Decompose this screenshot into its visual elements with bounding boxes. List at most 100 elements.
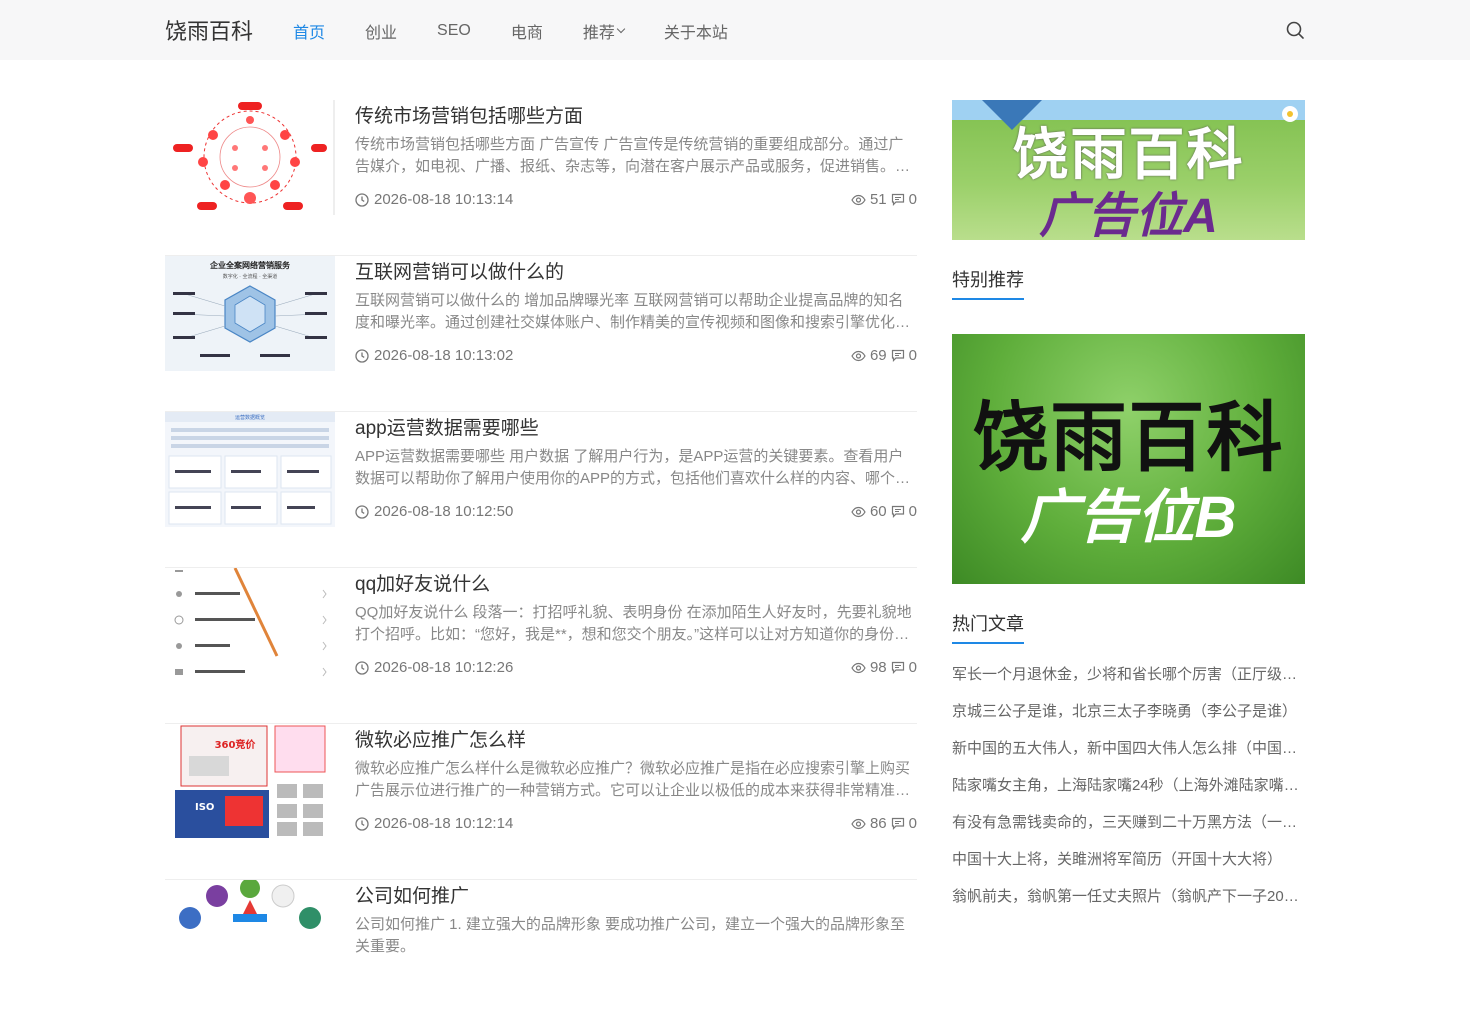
article-excerpt: 公司如何推广 1. 建立强大的品牌形象 要成功推广公司，建立一个强大的品牌形象至… — [355, 916, 906, 955]
ad-banner-a[interactable]: 饶雨百科 广告位A — [952, 100, 1305, 240]
ad-b-line2: 广告位B — [1020, 485, 1237, 550]
article-stats: 60 0 — [851, 503, 917, 520]
date-text: 2026-08-18 10:13:14 — [374, 191, 514, 208]
comment-icon — [891, 817, 904, 830]
comment-icon — [891, 193, 904, 206]
nav-item-ecommerce[interactable]: 电商 — [511, 19, 543, 43]
recommend-title: 特别推荐 — [952, 266, 1024, 300]
article-date: 2026-08-18 10:13:14 — [355, 191, 513, 208]
article-stats: 86 0 — [851, 815, 917, 832]
article-title[interactable]: 公司如何推广 — [355, 881, 469, 908]
comments-count: 0 — [908, 659, 917, 676]
article-date: 2026-08-18 10:13:02 — [355, 347, 513, 364]
article-item: qq加好友说什么 QQ加好友说什么 段落一：打招呼礼貌、表明身份 在添加陌生人好… — [165, 568, 917, 724]
article-item: 360竞价 ISO 微软必应推广怎么样 微软必应推广怎么样什么是微软必应推广？微… — [165, 724, 917, 880]
nav-label: 关于本站 — [663, 25, 728, 42]
article-date: 2026-08-18 10:12:14 — [355, 815, 513, 832]
nav-label: 电商 — [510, 25, 543, 42]
article-thumbnail[interactable]: 运营数据概览 — [165, 412, 335, 527]
nav-item-seo[interactable]: SEO — [437, 19, 471, 43]
hot-title: 热门文章 — [952, 610, 1024, 644]
nav-item-about[interactable]: 关于本站 — [664, 19, 728, 43]
comments-count: 0 — [908, 347, 917, 364]
hot-item[interactable]: 新中国的五大伟人，新中国四大伟人怎么排（中国伟人排名） — [952, 738, 1302, 775]
views-count: 60 — [869, 503, 887, 520]
article-date: 2026-08-18 10:12:26 — [355, 659, 513, 676]
nav-label: 首页 — [293, 25, 326, 42]
hot-section: 热门文章 军长一个月退休金，少将和省长哪个厉害（正厅级少将退休金） 京城三公子是… — [952, 610, 1305, 923]
article-title[interactable]: 传统市场营销包括哪些方面 — [355, 101, 583, 128]
nav-item-home[interactable]: 首页 — [293, 19, 325, 43]
eye-icon — [851, 194, 866, 205]
clock-icon — [355, 192, 369, 207]
article-title[interactable]: qq加好友说什么 — [355, 569, 490, 596]
date-text: 2026-08-18 10:12:50 — [374, 503, 514, 520]
hot-item[interactable]: 中国十大上将，关雎洲将军简历（开国十大大将） — [952, 849, 1302, 886]
hot-item[interactable]: 陆家嘴女主角，上海陆家嘴24秒（上海外滩陆家嘴事件） — [952, 775, 1302, 812]
article-item: 企业全案网络营销服务 数字化 · 全流程 · 全渠道 互联网营销可以做什么的 互… — [165, 256, 917, 412]
recommend-section: 特别推荐 — [952, 266, 1305, 300]
comment-icon — [891, 349, 904, 362]
thumb-header: 运营数据概览 — [235, 414, 265, 421]
chevron-down-icon — [616, 24, 626, 34]
article-date: 2026-08-18 10:12:50 — [355, 503, 513, 520]
clock-icon — [355, 816, 369, 831]
nav-label: SEO — [437, 22, 471, 39]
hot-item[interactable]: 京城三公子是谁，北京三太子李晓勇（李公子是谁） — [952, 701, 1302, 738]
date-text: 2026-08-18 10:12:26 — [374, 659, 514, 676]
article-title[interactable]: app运营数据需要哪些 — [355, 413, 539, 440]
date-text: 2026-08-18 10:12:14 — [374, 815, 514, 832]
ad-a-line2: 广告位A — [1039, 190, 1218, 240]
article-item: 公司如何推广 公司如何推广 1. 建立强大的品牌形象 要成功推广公司，建立一个强… — [165, 880, 917, 1036]
article-title[interactable]: 微软必应推广怎么样 — [355, 725, 526, 752]
comments-count: 0 — [908, 815, 917, 832]
views-count: 51 — [869, 191, 887, 208]
article-stats: 98 0 — [851, 659, 917, 676]
eye-icon — [851, 662, 866, 673]
eye-icon — [851, 350, 866, 361]
thumb-subtitle: 数字化 · 全流程 · 全渠道 — [223, 273, 278, 280]
views-count: 98 — [869, 659, 887, 676]
nav-label: 创业 — [365, 25, 398, 42]
clock-icon — [355, 660, 369, 675]
article-excerpt: QQ加好友说什么 段落一：打招呼礼貌、表明身份 在添加陌生人好友时，先要礼貌地打… — [355, 604, 912, 643]
article-thumbnail[interactable] — [165, 880, 335, 995]
hot-item[interactable]: 翁帆前夫，翁帆第一任丈夫照片（翁帆产下一子2023年） — [952, 886, 1302, 923]
hot-item[interactable]: 军长一个月退休金，少将和省长哪个厉害（正厅级少将退休金） — [952, 664, 1302, 701]
hot-list: 军长一个月退休金，少将和省长哪个厉害（正厅级少将退休金） 京城三公子是谁，北京三… — [952, 664, 1305, 923]
eye-icon — [851, 506, 866, 517]
search-icon[interactable] — [1285, 20, 1305, 40]
clock-icon — [355, 504, 369, 519]
article-list: 传统市场营销包括哪些方面 传统市场营销包括哪些方面 广告宣传 广告宣传是传统营销… — [165, 100, 917, 995]
thumb-label: 360竞价 — [215, 738, 257, 751]
thumb-title: 企业全案网络营销服务 — [209, 260, 291, 270]
main-nav: 首页 创业 SEO 电商 推荐 关于本站 — [293, 19, 768, 43]
comment-icon — [891, 661, 904, 674]
nav-item-startup[interactable]: 创业 — [365, 19, 397, 43]
site-logo[interactable]: 饶雨百科 — [165, 14, 253, 46]
nav-label: 推荐 — [582, 25, 615, 42]
article-excerpt: APP运营数据需要哪些 用户数据 了解用户行为，是APP运营的关键要素。查看用户… — [355, 448, 911, 487]
article-thumbnail[interactable] — [165, 100, 335, 215]
article-thumbnail[interactable]: 企业全案网络营销服务 数字化 · 全流程 · 全渠道 — [165, 256, 335, 371]
nav-item-recommend[interactable]: 推荐 — [582, 19, 626, 43]
ad-banner-b[interactable]: 饶雨百科 广告位B — [952, 334, 1305, 584]
comments-count: 0 — [908, 503, 917, 520]
article-item: 传统市场营销包括哪些方面 传统市场营销包括哪些方面 广告宣传 广告宣传是传统营销… — [165, 100, 917, 256]
article-excerpt: 互联网营销可以做什么的 增加品牌曝光率 互联网营销可以帮助企业提高品牌的知名度和… — [355, 292, 911, 331]
thumb-label2: ISO — [195, 802, 214, 813]
article-excerpt: 传统市场营销包括哪些方面 广告宣传 广告宣传是传统营销的重要组成部分。通过广告媒… — [355, 136, 911, 175]
comments-count: 0 — [908, 191, 917, 208]
sidebar: 饶雨百科 广告位A 特别推荐 饶雨百科 广告位B 热门文章 军长一个月退休金，少… — [952, 100, 1305, 923]
clock-icon — [355, 348, 369, 363]
date-text: 2026-08-18 10:13:02 — [374, 347, 514, 364]
article-item: 运营数据概览 app运营数据需要哪些 APP运营数据需要哪些 用户数据 了解用户… — [165, 412, 917, 568]
article-thumbnail[interactable] — [165, 568, 335, 683]
article-thumbnail[interactable]: 360竞价 ISO — [165, 724, 335, 839]
views-count: 69 — [869, 347, 887, 364]
comment-icon — [891, 505, 904, 518]
article-title[interactable]: 互联网营销可以做什么的 — [355, 257, 564, 284]
eye-icon — [851, 818, 866, 829]
article-excerpt: 微软必应推广怎么样什么是微软必应推广？微软必应推广是指在必应搜索引擎上购买广告展… — [355, 760, 911, 799]
hot-item[interactable]: 有没有急需钱卖命的，三天赚到二十万黑方法（一天赚一万） — [952, 812, 1302, 849]
